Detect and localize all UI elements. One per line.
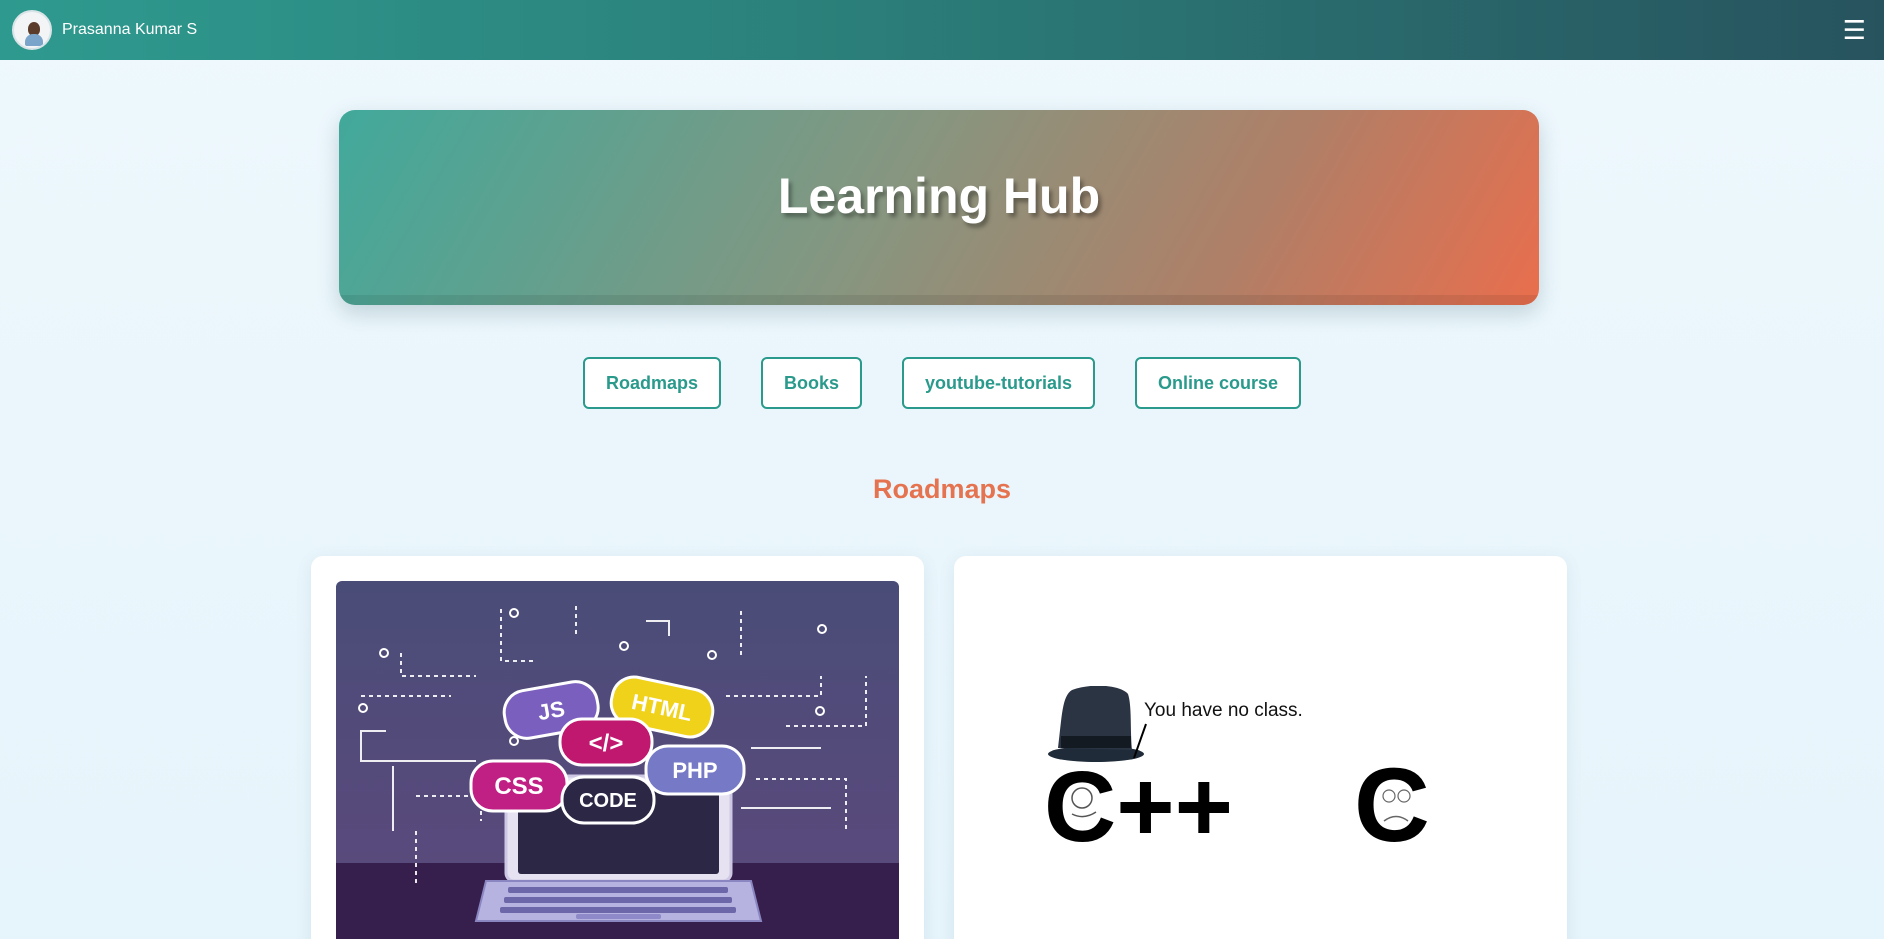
avatar[interactable] — [12, 10, 52, 50]
cpp-vs-c-meme-image: You have no class. C++ C — [1044, 685, 1464, 864]
hero-banner: Learning Hub — [339, 110, 1539, 305]
category-nav: Roadmaps Books youtube-tutorials Online … — [0, 357, 1884, 409]
svg-text:You have no class.: You have no class. — [1144, 700, 1303, 721]
web-development-illustration: JS HTML </> PHP CSS CODE — [336, 581, 899, 939]
youtube-tutorials-button[interactable]: youtube-tutorials — [902, 357, 1095, 409]
roadmap-card-cpp[interactable]: You have no class. C++ C — [954, 556, 1567, 939]
page-title: Learning Hub — [777, 167, 1101, 224]
svg-text:CODE: CODE — [579, 790, 637, 812]
svg-text:CSS: CSS — [494, 773, 543, 800]
books-button[interactable]: Books — [760, 357, 862, 409]
top-navbar: Prasanna Kumar S ☰ — [0, 0, 1884, 60]
svg-text:C: C — [1354, 747, 1430, 846]
roadmap-card-web[interactable]: JS HTML </> PHP CSS CODE — [311, 556, 924, 939]
svg-text:JS: JS — [536, 696, 567, 725]
hamburger-menu-icon[interactable]: ☰ — [1843, 17, 1866, 43]
avatar-body — [25, 34, 43, 46]
section-title: Roadmaps — [872, 474, 1012, 504]
user-profile[interactable]: Prasanna Kumar S — [12, 10, 197, 50]
svg-text:PHP: PHP — [672, 758, 717, 783]
user-name: Prasanna Kumar S — [62, 21, 198, 38]
svg-text:</>: </> — [589, 730, 624, 757]
roadmaps-button[interactable]: Roadmaps — [582, 357, 721, 409]
online-course-button[interactable]: Online course — [1135, 357, 1302, 409]
